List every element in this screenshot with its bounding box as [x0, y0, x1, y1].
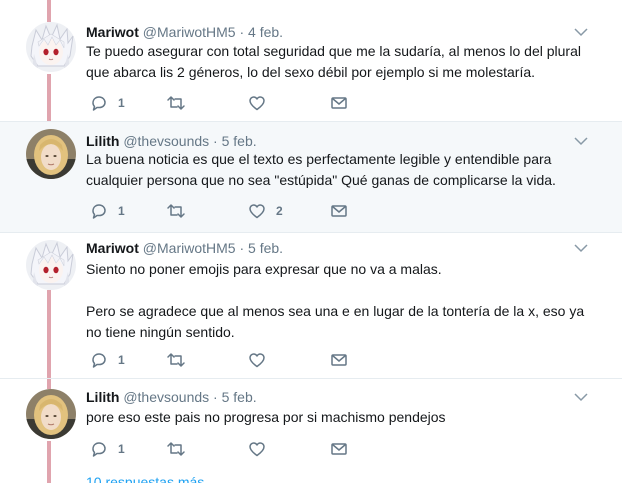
tweet-text: pore eso este pais no progresa por si ma…	[86, 407, 606, 428]
direct-message-icon	[331, 354, 347, 366]
tweet-actions: 1	[86, 439, 366, 459]
retweet-button[interactable]	[166, 201, 196, 221]
reply-icon	[92, 204, 106, 219]
avatar[interactable]	[26, 389, 76, 439]
reply-button[interactable]: 1	[90, 93, 125, 113]
tweet-actions: 1 2	[86, 201, 366, 221]
separator-dot: ·	[239, 24, 245, 40]
like-button[interactable]	[248, 439, 276, 459]
retweet-button[interactable]	[166, 93, 196, 113]
direct-message-icon	[331, 97, 347, 109]
retweet-icon	[167, 353, 185, 367]
reply-count: 1	[118, 442, 125, 456]
more-replies-link[interactable]: 10 respuestas más	[86, 474, 204, 483]
like-count: 2	[276, 204, 283, 218]
tweet-actions: 1	[86, 93, 366, 113]
tweet-text-line: La buena noticia es que el texto es perf…	[86, 151, 552, 167]
reply-count: 1	[118, 353, 125, 367]
retweet-icon	[167, 204, 185, 218]
reply-button[interactable]: 1	[90, 350, 125, 370]
retweet-icon	[167, 96, 185, 110]
direct-message-icon	[331, 443, 347, 455]
direct-message-button[interactable]	[330, 350, 348, 370]
tweet-actions: 1	[86, 350, 366, 370]
reply-button[interactable]: 1	[90, 439, 125, 459]
author-name[interactable]: Mariwot	[86, 240, 139, 256]
like-button[interactable]	[248, 350, 276, 370]
tweet-date[interactable]: 5 feb.	[248, 240, 283, 256]
direct-message-button[interactable]	[330, 439, 348, 459]
reply-icon	[92, 353, 106, 368]
like-icon	[249, 353, 265, 368]
retweet-button[interactable]	[166, 350, 196, 370]
author-handle[interactable]: @thevsounds	[123, 133, 209, 149]
separator-dot: ·	[239, 240, 245, 256]
separator-dot: ·	[213, 389, 218, 405]
author-handle[interactable]: @MariwotHM5	[143, 24, 236, 40]
chevron-down-icon[interactable]	[574, 27, 588, 37]
reply-icon	[92, 442, 106, 457]
avatar[interactable]	[26, 240, 76, 290]
avatar[interactable]	[26, 129, 76, 179]
avatar[interactable]	[26, 22, 76, 72]
tweet-text: La buena noticia es que el texto es perf…	[86, 149, 606, 191]
author-handle[interactable]: @MariwotHM5	[143, 240, 236, 256]
retweet-icon	[167, 442, 185, 456]
tweet-text-line: cualquier persona que no sea "estúpida" …	[86, 172, 556, 188]
tweet[interactable]: Lilith @thevsounds · 5 feb. La buena not…	[0, 122, 622, 232]
like-button[interactable]	[248, 93, 276, 113]
tweet-text-line: Pero se agradece que al menos sea una e …	[86, 303, 585, 319]
chevron-down-icon[interactable]	[574, 136, 588, 146]
like-icon	[249, 96, 265, 111]
tweet-date[interactable]: 5 feb.	[222, 389, 257, 405]
tweet[interactable]: Lilith @thevsounds · 5 feb. pore eso est…	[0, 379, 622, 483]
retweet-button[interactable]	[166, 439, 196, 459]
chevron-down-icon[interactable]	[574, 392, 588, 402]
author-name[interactable]: Lilith	[86, 133, 119, 149]
separator-dot: ·	[213, 133, 218, 149]
reply-count: 1	[118, 96, 125, 110]
tweet-text: Siento no poner emojis para expresar que…	[86, 259, 606, 343]
reply-icon	[92, 96, 106, 111]
tweet-text-line: no tiene ningún sentido.	[86, 324, 235, 340]
tweet[interactable]: Mariwot @MariwotHM5 · 4 feb. Te puedo as…	[0, 0, 622, 121]
tweet-text-line: que abarca lis 2 géneros, lo del sexo dé…	[86, 64, 536, 80]
author-handle[interactable]: @thevsounds	[123, 389, 209, 405]
tweet-text-line: pore eso este pais no progresa por si ma…	[86, 409, 446, 425]
tweet-text-line: Siento no poner emojis para expresar que…	[86, 261, 442, 277]
tweet[interactable]: Mariwot @MariwotHM5 · 5 feb. Siento no p…	[0, 233, 622, 388]
tweet-text: Te puedo asegurar con total seguridad qu…	[86, 41, 606, 83]
tweet-date[interactable]: 5 feb.	[222, 133, 257, 149]
direct-message-icon	[331, 205, 347, 217]
like-button[interactable]: 2	[248, 201, 283, 221]
tweet-date[interactable]: 4 feb.	[248, 24, 283, 40]
like-icon	[249, 204, 265, 219]
direct-message-button[interactable]	[330, 201, 348, 221]
reply-button[interactable]: 1	[90, 201, 125, 221]
author-name[interactable]: Mariwot	[86, 24, 139, 40]
direct-message-button[interactable]	[330, 93, 348, 113]
chevron-down-icon[interactable]	[574, 243, 588, 253]
author-name[interactable]: Lilith	[86, 389, 119, 405]
tweet-text-line: Te puedo asegurar con total seguridad qu…	[86, 43, 581, 59]
like-icon	[249, 442, 265, 457]
reply-count: 1	[118, 204, 125, 218]
